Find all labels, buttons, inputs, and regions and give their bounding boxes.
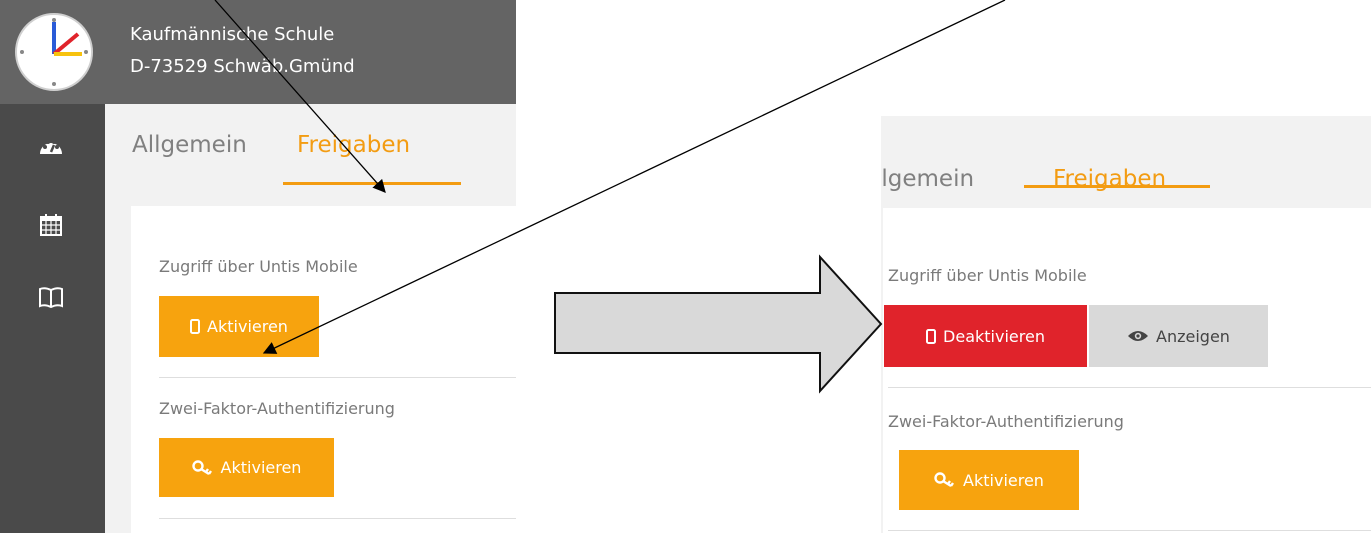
activate-mobile-button[interactable]: Aktivieren — [159, 296, 319, 357]
key-icon — [191, 459, 212, 475]
divider — [159, 518, 516, 519]
dashboard-icon[interactable] — [38, 134, 64, 160]
mobile-access-label: Zugriff über Untis Mobile — [159, 257, 358, 276]
active-tab-indicator — [283, 182, 461, 185]
calendar-icon[interactable] — [38, 212, 64, 238]
tab-shares[interactable]: Freigaben — [1053, 166, 1166, 192]
book-icon[interactable] — [38, 284, 64, 310]
deactivate-mobile-button[interactable]: Deaktivieren — [884, 305, 1087, 367]
activate-mobile-label: Aktivieren — [207, 317, 288, 336]
tab-general[interactable]: llgemein — [881, 166, 974, 192]
divider — [159, 377, 516, 378]
school-address: D-73529 Schwäb.Gmünd — [130, 56, 355, 77]
school-name: Kaufmännische Schule — [130, 24, 335, 45]
activate-two-factor-button[interactable]: Aktivieren — [899, 450, 1079, 510]
deactivate-mobile-label: Deaktivieren — [943, 326, 1045, 346]
sidebar — [0, 104, 105, 533]
key-icon — [934, 472, 955, 488]
show-label: Anzeigen — [1156, 326, 1230, 346]
top-bar: Kaufmännische Schule D-73529 Schwäb.Gmün… — [0, 0, 516, 104]
activate-two-factor-label: Aktivieren — [220, 458, 302, 477]
content-panel: Zugriff über Untis Mobile Deaktivieren A… — [883, 208, 1371, 533]
transition-arrow — [554, 254, 883, 394]
mobile-phone-icon — [190, 319, 201, 334]
content-panel: Zugriff über Untis Mobile Aktivieren Zwe… — [131, 206, 516, 533]
activate-two-factor-label: Aktivieren — [963, 470, 1044, 490]
two-factor-label: Zwei-Faktor-Authentifizierung — [159, 399, 395, 418]
divider — [888, 530, 1371, 531]
divider — [888, 387, 1371, 388]
tab-shares[interactable]: Freigaben — [297, 132, 410, 158]
clock-logo-icon — [15, 13, 93, 91]
mobile-phone-icon — [926, 328, 937, 344]
after-screenshot: llgemein Freigaben Zugriff über Untis Mo… — [881, 116, 1371, 533]
before-screenshot: Kaufmännische Schule D-73529 Schwäb.Gmün… — [0, 0, 516, 533]
show-button[interactable]: Anzeigen — [1089, 305, 1268, 367]
activate-two-factor-button[interactable]: Aktivieren — [159, 438, 334, 497]
tab-general[interactable]: Allgemein — [132, 132, 247, 158]
two-factor-label: Zwei-Faktor-Authentifizierung — [888, 412, 1124, 431]
mobile-access-label: Zugriff über Untis Mobile — [888, 266, 1087, 285]
active-tab-indicator — [1024, 185, 1210, 188]
eye-icon — [1128, 331, 1149, 341]
